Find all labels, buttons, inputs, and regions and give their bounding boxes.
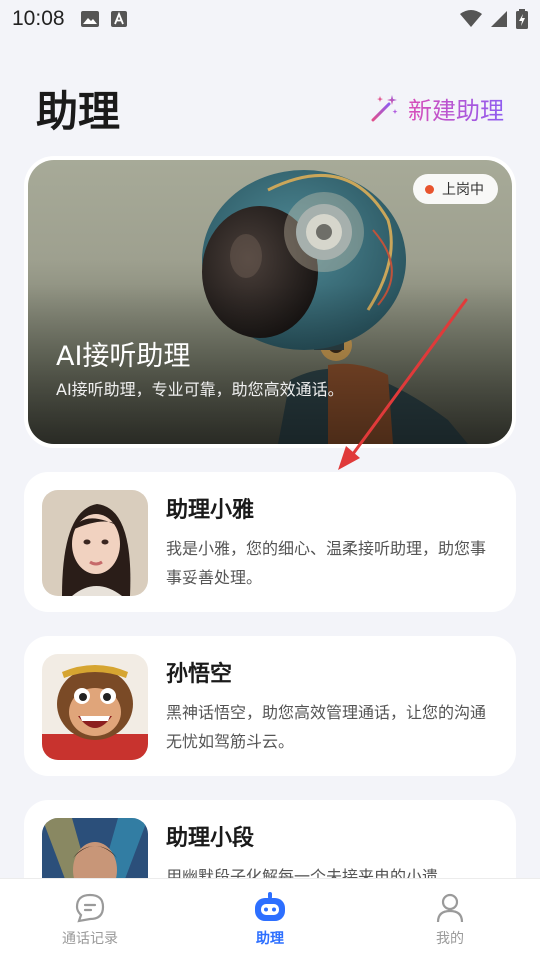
hero-image: 上岗中 AI接听助理 AI接听助理，专业可靠，助您高效通话。 — [28, 160, 512, 444]
nav-me[interactable]: 我的 — [360, 879, 540, 960]
hero-title: AI接听助理 — [56, 341, 191, 372]
bottom-nav: 通话记录 助理 我的 — [0, 878, 540, 960]
assistant-desc: 黑神话悟空，助您高效管理通话，让您的沟通无忧如驾筋斗云。 — [166, 703, 487, 751]
new-assistant-label: 新建助理 — [408, 91, 504, 126]
gallery-icon — [80, 11, 99, 27]
assistant-card-xiaoya[interactable]: 助理小雅 我是小雅，您的细心、温柔接听助理，助您事事妥善处理。 — [24, 472, 516, 612]
status-label: 上岗中 — [442, 182, 484, 198]
status-time: 10:08 — [12, 7, 65, 30]
status-badge: 上岗中 — [413, 174, 498, 204]
hero-subtitle: AI接听助理，专业可靠，助您高效通话。 — [56, 380, 344, 399]
wifi-icon — [460, 10, 482, 27]
robot-icon — [255, 891, 285, 921]
card-text: 孙悟空 黑神话悟空，助您高效管理通话，让您的沟通无忧如驾筋斗云。 — [166, 654, 496, 756]
assistant-name: 孙悟空 — [166, 662, 233, 687]
assistant-card-wukong[interactable]: 孙悟空 黑神话悟空，助您高效管理通话，让您的沟通无忧如驾筋斗云。 — [24, 636, 516, 776]
hero-card[interactable]: 上岗中 AI接听助理 AI接听助理，专业可靠，助您高效通话。 — [24, 156, 516, 448]
avatar — [42, 490, 148, 596]
avatar — [42, 654, 148, 760]
chat-icon — [75, 893, 105, 922]
assistant-desc: 我是小雅，您的细心、温柔接听助理，助您事事妥善处理。 — [166, 539, 487, 587]
nav-label: 我的 — [436, 930, 464, 947]
status-dot — [425, 184, 434, 194]
signal-icon — [491, 11, 507, 27]
header: 助理 新建助理 — [36, 78, 504, 138]
magic-wand-icon — [371, 95, 398, 122]
nav-label: 通话记录 — [62, 930, 118, 947]
battery-icon — [516, 9, 528, 29]
assistant-name: 助理小段 — [166, 826, 255, 851]
nav-call-log[interactable]: 通话记录 — [0, 879, 180, 960]
nav-label: 助理 — [256, 930, 284, 947]
nav-assistant[interactable]: 助理 — [180, 879, 360, 960]
status-bar: 10:08 — [0, 0, 540, 38]
assistant-name: 助理小雅 — [166, 498, 255, 523]
page-title: 助理 — [36, 86, 121, 136]
new-assistant-button[interactable]: 新建助理 — [370, 91, 504, 126]
card-text: 助理小雅 我是小雅，您的细心、温柔接听助理，助您事事妥善处理。 — [166, 490, 496, 592]
font-icon — [110, 11, 127, 27]
person-icon — [436, 893, 464, 922]
